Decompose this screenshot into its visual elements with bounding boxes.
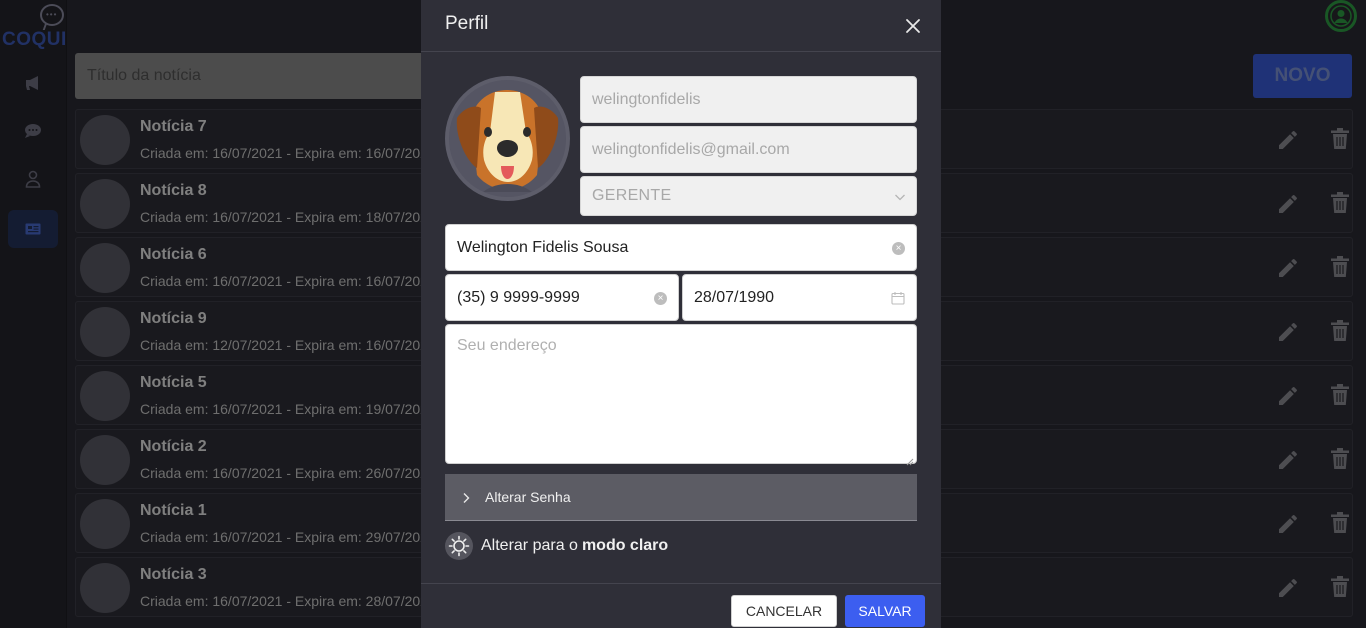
sun-icon bbox=[445, 532, 473, 560]
birth-date-value: 28/07/1990 bbox=[694, 288, 775, 306]
address-placeholder: Seu endereço bbox=[457, 337, 557, 354]
save-button[interactable]: SALVAR bbox=[845, 595, 925, 627]
chevron-down-icon bbox=[894, 190, 906, 202]
address-textarea[interactable]: Seu endereço bbox=[445, 324, 917, 466]
name-value: Welington Fidelis Sousa bbox=[457, 238, 629, 256]
clear-phone-icon[interactable]: × bbox=[654, 292, 667, 305]
phone-field[interactable]: (35) 9 9999-9999 × bbox=[445, 274, 679, 321]
modal-title: Perfil bbox=[445, 13, 489, 34]
resize-handle-icon[interactable] bbox=[906, 453, 914, 466]
profile-avatar[interactable] bbox=[445, 76, 570, 201]
username-field: welingtonfidelis bbox=[580, 76, 917, 123]
birth-date-field[interactable]: 28/07/1990 bbox=[682, 274, 917, 321]
theme-toggle-mode: modo claro bbox=[581, 537, 669, 554]
dog-avatar-icon bbox=[449, 80, 566, 197]
calendar-icon[interactable] bbox=[891, 291, 905, 305]
theme-toggle[interactable]: Alterar para o modo claro bbox=[445, 531, 668, 561]
theme-toggle-prefix: Alterar para o bbox=[481, 537, 578, 554]
close-icon[interactable] bbox=[903, 16, 923, 36]
clear-name-icon[interactable]: × bbox=[892, 242, 905, 255]
change-password-label: Alterar Senha bbox=[485, 489, 571, 505]
name-field[interactable]: Welington Fidelis Sousa × bbox=[445, 224, 917, 271]
modal-header: Perfil bbox=[421, 0, 941, 52]
role-value: GERENTE bbox=[592, 187, 672, 204]
change-password-collapse[interactable]: Alterar Senha bbox=[445, 474, 917, 521]
role-select: GERENTE bbox=[580, 176, 917, 216]
username-value: welingtonfidelis bbox=[592, 90, 701, 108]
email-value: welingtonfidelis@gmail.com bbox=[592, 140, 790, 158]
chevron-right-icon bbox=[461, 491, 471, 503]
profile-modal: Perfil welingtonfidelis welingtonfidelis… bbox=[421, 0, 941, 628]
email-field: welingtonfidelis@gmail.com bbox=[580, 126, 917, 173]
cancel-button[interactable]: CANCELAR bbox=[731, 595, 837, 627]
phone-value: (35) 9 9999-9999 bbox=[457, 288, 580, 306]
